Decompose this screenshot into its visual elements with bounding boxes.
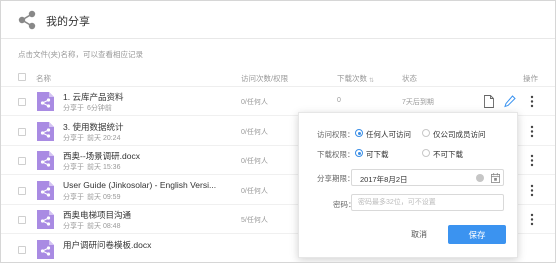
row-shared-when: 6分钟前	[87, 105, 112, 112]
row-shared-time: 分享于 前天 15:36	[63, 162, 120, 172]
expiry-date-field[interactable]: 2017年8月2日	[351, 169, 504, 186]
column-name[interactable]: 名称	[36, 73, 51, 84]
access-any-label[interactable]: 任何人可访问	[366, 129, 411, 140]
row-shared-time	[63, 251, 66, 258]
select-all-checkbox[interactable]	[18, 73, 26, 81]
expiry-label: 分享期限：	[317, 174, 355, 183]
row-shared-prefix: 分享于	[63, 105, 84, 112]
row-shared-when: 前天 08:48	[87, 223, 121, 230]
share-file-icon	[37, 210, 54, 229]
row-shared-time: 分享于 前天 20:24	[63, 133, 120, 143]
row-checkbox[interactable]	[18, 245, 26, 254]
row-access: 0/任何人	[241, 158, 268, 165]
row-access: 5/任何人	[241, 217, 268, 224]
row-name[interactable]: User Guide (Jinkosolar) - English Versi.…	[63, 180, 216, 190]
calendar-icon[interactable]	[491, 173, 500, 183]
expiry-date-value: 2017年8月2日	[360, 175, 408, 184]
clear-date-icon[interactable]	[476, 174, 484, 182]
row-shared-time: 分享于 前天 09:59	[63, 192, 120, 202]
row-shared-prefix: 分享于	[63, 193, 84, 201]
download-no-label[interactable]: 不可下载	[433, 149, 463, 160]
access-any-radio[interactable]	[355, 129, 363, 137]
share-file-icon	[37, 121, 54, 141]
more-icon[interactable]	[526, 213, 538, 226]
row-checkbox[interactable]	[18, 186, 26, 195]
edit-icon[interactable]	[504, 95, 516, 108]
password-input[interactable]	[351, 194, 504, 211]
share-icon	[18, 10, 36, 30]
row-shared-time: 分享于 前天 08:48	[63, 221, 120, 231]
file-icon[interactable]	[483, 95, 495, 108]
download-yes-radio[interactable]	[355, 149, 363, 157]
row-shared-when: 前天 09:59	[87, 193, 121, 201]
column-access[interactable]: 访问次数/权限	[241, 73, 288, 84]
download-permission-label: 下载权限：	[317, 150, 355, 159]
column-downloads[interactable]: 下载次数 ⇅	[337, 73, 374, 84]
page-title: 我的分享	[46, 16, 90, 28]
row-shared-when: 前天 20:24	[87, 134, 121, 142]
column-downloads-label: 下载次数	[337, 74, 367, 83]
hint-text: 点击文件(夹)名称，可以查看相应记录	[18, 50, 143, 59]
share-file-icon	[37, 239, 54, 259]
row-checkbox[interactable]	[18, 127, 26, 136]
my-shares-window: 我的分享 点击文件(夹)名称，可以查看相应记录 名称 访问次数/权限 下载次数 ⇅…	[0, 0, 556, 263]
row-checkbox[interactable]	[18, 98, 26, 106]
row-name[interactable]: 西奥电梯项目沟通	[63, 209, 131, 221]
more-icon[interactable]	[526, 125, 538, 138]
access-permission-label: 访问权限：	[317, 130, 355, 139]
row-status: 7天后到期	[402, 99, 434, 106]
save-button[interactable]: 保存	[448, 225, 506, 244]
more-icon[interactable]	[526, 184, 538, 197]
row-name[interactable]: 用户调研问卷模板.docx	[63, 239, 151, 251]
access-company-radio[interactable]	[422, 129, 430, 137]
page-header: 我的分享	[1, 1, 555, 39]
row-access: 0/任何人	[241, 99, 268, 106]
row-shared-prefix: 分享于	[63, 134, 84, 142]
column-actions: 操作	[523, 74, 538, 83]
row-shared-prefix: 分享于	[63, 223, 84, 230]
sort-icon: ⇅	[369, 78, 375, 84]
row-checkbox[interactable]	[18, 216, 26, 224]
more-icon[interactable]	[526, 95, 538, 108]
share-file-icon	[37, 92, 54, 111]
row-name[interactable]: 3. 使用数据统计	[63, 121, 123, 133]
row-access: 0/任何人	[241, 187, 268, 195]
cancel-button[interactable]: 取消	[399, 226, 439, 243]
row-download-count: 0	[337, 97, 341, 104]
access-company-label[interactable]: 仅公司成员访问	[433, 129, 486, 140]
more-icon[interactable]	[526, 154, 538, 167]
row-checkbox[interactable]	[18, 157, 26, 165]
share-file-icon	[37, 180, 54, 200]
row-access: 0/任何人	[241, 128, 268, 136]
share-file-icon	[37, 151, 54, 170]
table-header: 名称 访问次数/权限 下载次数 ⇅ 状态 操作	[1, 69, 555, 87]
row-shared-time: 分享于 6分钟前	[63, 103, 112, 113]
column-status[interactable]: 状态	[402, 73, 417, 84]
share-settings-popup: 访问权限： 任何人可访问 仅公司成员访问 下载权限： 可下载 不可下载 分享期限…	[298, 112, 518, 258]
row-shared-prefix: 分享于	[63, 164, 84, 171]
row-name[interactable]: 1. 云库产品资料	[63, 91, 123, 103]
download-no-radio[interactable]	[422, 149, 430, 157]
download-yes-label[interactable]: 可下载	[366, 149, 389, 160]
row-shared-when: 前天 15:36	[87, 164, 121, 171]
row-name[interactable]: 西奥--场景调研.docx	[63, 150, 140, 162]
